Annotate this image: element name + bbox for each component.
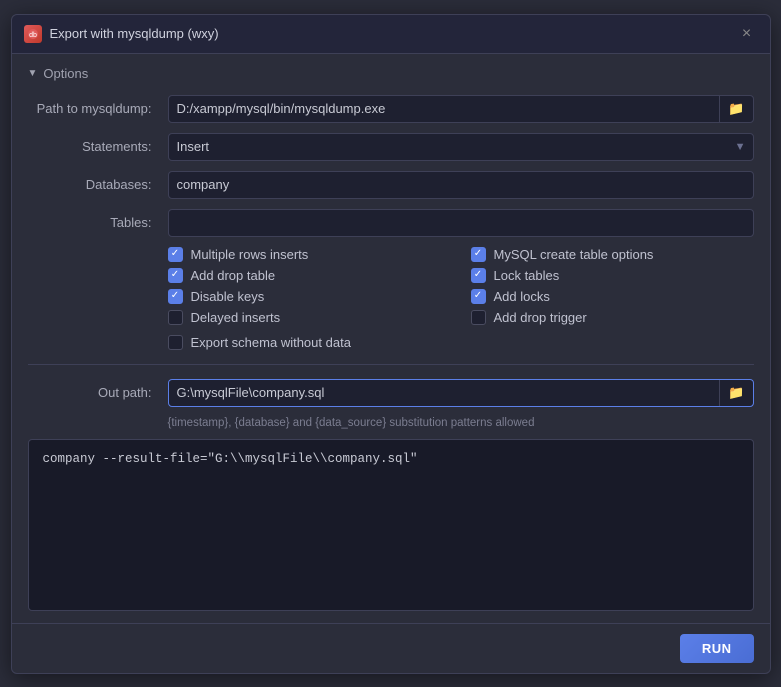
dialog-footer: RUN [12,623,770,673]
tables-label: Tables: [28,215,158,230]
checkbox-multiple-rows-label[interactable]: Multiple rows inserts [191,247,309,262]
out-path-row: Out path: 📁 [28,379,754,407]
title-bar-left: db Export with mysqldump (wxy) [24,25,219,43]
checkbox-lock-tables-label[interactable]: Lock tables [494,268,560,283]
dialog-title: Export with mysqldump (wxy) [50,26,219,41]
divider [28,364,754,365]
databases-input[interactable] [168,171,754,199]
checkbox-mysql-create-label[interactable]: MySQL create table options [494,247,654,262]
path-row: Path to mysqldump: 📁 [28,95,754,123]
run-button[interactable]: RUN [680,634,754,663]
svg-text:db: db [29,32,37,39]
checkbox-disable-keys-label[interactable]: Disable keys [191,289,265,304]
databases-label: Databases: [28,177,158,192]
checkbox-add-locks-input[interactable] [471,289,486,304]
options-label: Options [43,66,88,81]
checkbox-multiple-rows-input[interactable] [168,247,183,262]
statements-row: Statements: Insert Replace Extended Inse… [28,133,754,161]
out-path-input[interactable] [169,380,720,406]
options-header: ▼ Options [28,66,754,81]
checkbox-add-drop-trigger-input[interactable] [471,310,486,325]
checkbox-disable-keys: Disable keys [168,289,451,304]
checkbox-add-drop-table-input[interactable] [168,268,183,283]
options-chevron-icon: ▼ [28,68,38,79]
tables-row: Tables: [28,209,754,237]
checkbox-mysql-create-input[interactable] [471,247,486,262]
dialog-window: db Export with mysqldump (wxy) × ▼ Optio… [11,14,771,674]
checkbox-add-locks: Add locks [471,289,754,304]
checkbox-export-schema-label[interactable]: Export schema without data [191,335,351,350]
out-path-input-wrapper: 📁 [168,379,754,407]
path-label: Path to mysqldump: [28,101,158,116]
path-input-wrapper: 📁 [168,95,754,123]
databases-row: Databases: [28,171,754,199]
checkbox-mysql-create: MySQL create table options [471,247,754,262]
tables-input[interactable] [168,209,754,237]
checkbox-disable-keys-input[interactable] [168,289,183,304]
export-schema-row: Export schema without data [168,335,754,350]
command-text: company --result-file="G:\\mysqlFile\\co… [43,452,418,466]
checkbox-add-drop-trigger: Add drop trigger [471,310,754,325]
out-path-browse-button[interactable]: 📁 [719,380,752,406]
checkbox-export-schema-input[interactable] [168,335,183,350]
checkbox-multiple-rows: Multiple rows inserts [168,247,451,262]
path-input[interactable] [169,96,720,122]
out-path-label: Out path: [28,385,158,400]
checkbox-delayed-inserts: Delayed inserts [168,310,451,325]
checkbox-lock-tables: Lock tables [471,268,754,283]
title-bar: db Export with mysqldump (wxy) × [12,15,770,54]
app-icon: db [24,25,42,43]
folder-icon: 📁 [728,101,744,117]
checkboxes-section: Multiple rows inserts MySQL create table… [168,247,754,325]
close-button[interactable]: × [736,23,758,45]
checkbox-delayed-inserts-label[interactable]: Delayed inserts [191,310,281,325]
statements-select-wrapper: Insert Replace Extended Insert ▼ [168,133,754,161]
checkbox-add-drop-trigger-label[interactable]: Add drop trigger [494,310,587,325]
folder-icon-2: 📁 [728,385,744,401]
checkbox-delayed-inserts-input[interactable] [168,310,183,325]
statements-label: Statements: [28,139,158,154]
command-preview: company --result-file="G:\\mysqlFile\\co… [28,439,754,611]
dialog-body: ▼ Options Path to mysqldump: 📁 Statement… [12,54,770,623]
hint-text: {timestamp}, {database} and {data_source… [168,417,754,429]
checkbox-add-locks-label[interactable]: Add locks [494,289,550,304]
checkbox-add-drop-table-label[interactable]: Add drop table [191,268,276,283]
statements-select[interactable]: Insert Replace Extended Insert [168,133,754,161]
path-browse-button[interactable]: 📁 [719,96,752,122]
checkbox-lock-tables-input[interactable] [471,268,486,283]
checkbox-add-drop-table: Add drop table [168,268,451,283]
